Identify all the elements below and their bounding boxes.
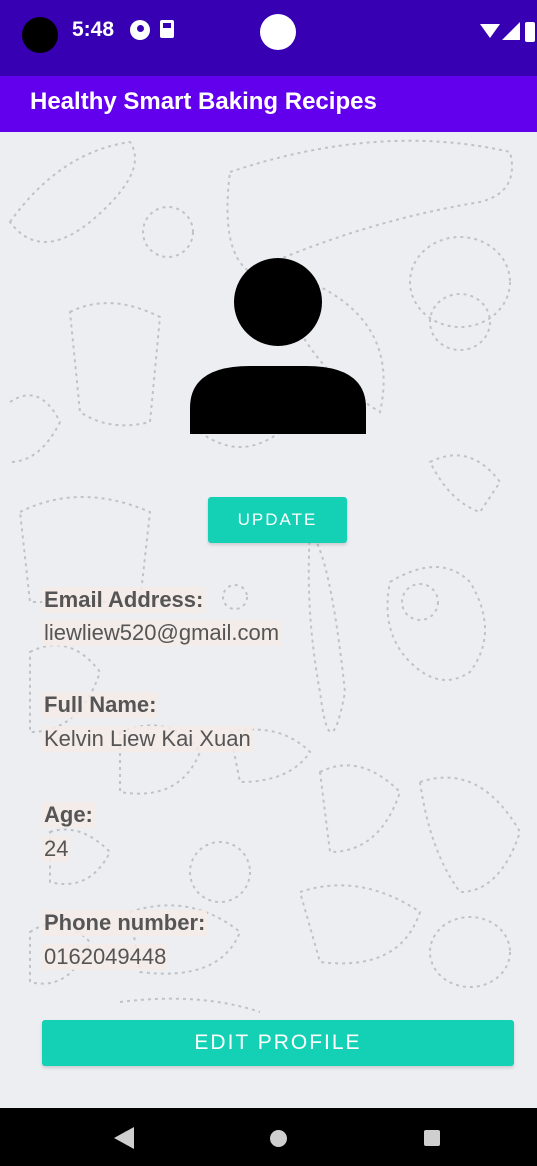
- battery-icon: [525, 22, 535, 42]
- home-icon[interactable]: [270, 1130, 287, 1147]
- phone-number-label: Phone number:: [42, 910, 208, 936]
- person-icon: [190, 258, 366, 434]
- age-value: 24: [42, 836, 71, 862]
- back-icon[interactable]: [114, 1127, 134, 1149]
- phone-number-value: 0162049448: [42, 944, 169, 970]
- navigation-bar: [0, 1108, 537, 1166]
- app-title: Healthy Smart Baking Recipes: [30, 88, 377, 115]
- signal-icon: [502, 22, 520, 40]
- camera-hole: [22, 17, 58, 53]
- age-label: Age:: [42, 802, 95, 828]
- edit-profile-button[interactable]: EDIT PROFILE: [42, 1020, 514, 1066]
- status-bar: 5:48: [0, 0, 537, 76]
- full-name-value: Kelvin Liew Kai Xuan: [42, 726, 253, 752]
- email-value: liewliew520@gmail.com: [42, 620, 282, 646]
- data-saver-icon: [130, 20, 150, 40]
- email-label: Email Address:: [42, 587, 206, 613]
- status-time: 5:48: [72, 18, 115, 41]
- full-name-label: Full Name:: [42, 692, 159, 718]
- sd-card-icon: [160, 20, 174, 38]
- app-bar: Healthy Smart Baking Recipes: [0, 76, 537, 132]
- notification-dot: [260, 14, 296, 50]
- wifi-icon: [480, 24, 500, 38]
- recents-icon[interactable]: [424, 1130, 440, 1146]
- profile-screen: UPDATE Email Address: liewliew520@gmail.…: [0, 132, 537, 1108]
- update-button[interactable]: UPDATE: [208, 497, 347, 543]
